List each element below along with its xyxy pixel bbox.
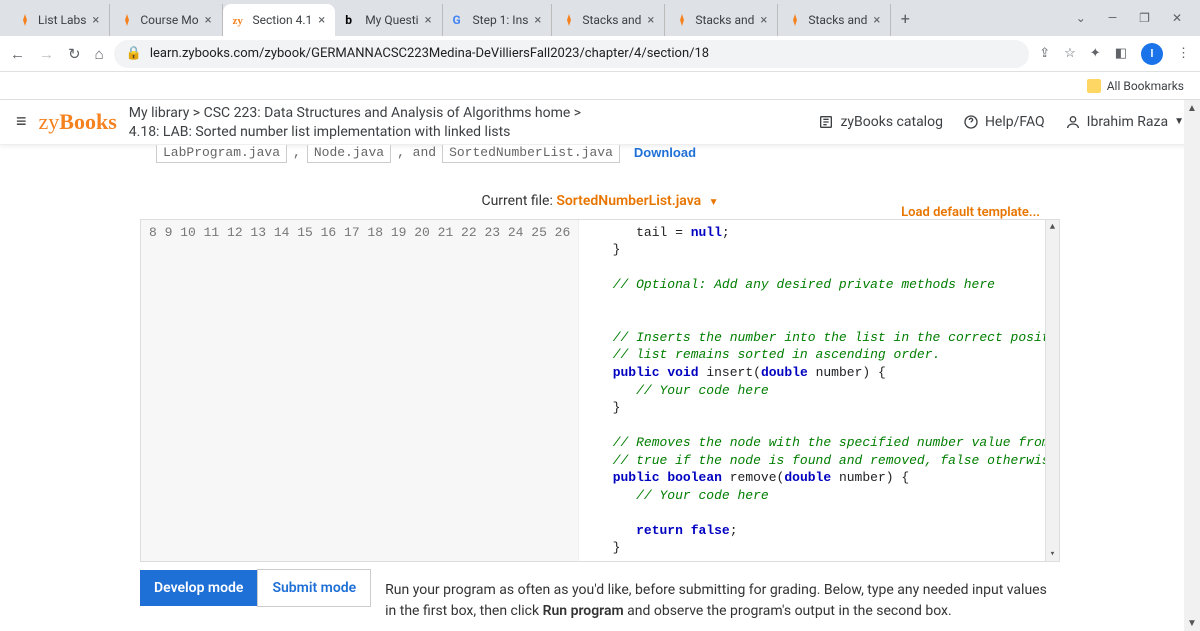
close-icon[interactable]: × [647, 13, 654, 28]
tab-favicon [120, 13, 134, 27]
close-icon[interactable]: × [205, 13, 212, 28]
window-controls: ⌄ — ❐ ✕ [1076, 11, 1200, 25]
browser-tab[interactable]: b My Questi × [335, 4, 442, 36]
section-title: 4.18: LAB: Sorted number list implementa… [129, 124, 581, 140]
help-icon [963, 114, 979, 130]
tab-title: Section 4.1 [253, 13, 313, 27]
close-icon[interactable]: × [873, 13, 880, 28]
browser-tab[interactable]: List Labs × [8, 4, 110, 36]
user-icon [1065, 114, 1081, 130]
address-bar[interactable]: 🔒 learn.zybooks.com/zybook/GERMANNACSC22… [114, 40, 1030, 68]
share-icon[interactable]: ⇪ [1039, 46, 1050, 61]
close-icon[interactable]: × [425, 13, 432, 28]
tab-favicon [788, 13, 802, 27]
chevron-down-icon: ▼ [709, 197, 719, 208]
editor-scrollbar[interactable]: ▲ ▾ [1045, 220, 1059, 561]
help-link[interactable]: Help/FAQ [963, 114, 1045, 130]
browser-tab[interactable]: Stacks and × [552, 4, 665, 36]
browser-tab[interactable]: Stacks and × [778, 4, 891, 36]
minimize-icon[interactable]: — [1108, 11, 1117, 25]
mode-help-text: Run your program as often as you'd like,… [385, 580, 1060, 622]
browser-tab[interactable]: Stacks and × [665, 4, 778, 36]
file-tab-node[interactable]: Node.java [307, 145, 391, 163]
tab-title: Stacks and [808, 13, 867, 27]
file-tab-labprogram[interactable]: LabProgram.java [156, 145, 287, 163]
browser-toolbar: ← → ↻ ⌂ 🔒 learn.zybooks.com/zybook/GERMA… [0, 36, 1200, 72]
chevron-down-icon: ▼ [1174, 116, 1184, 127]
close-icon[interactable]: × [92, 13, 99, 28]
mode-row: Develop modeSubmit mode Run your program… [140, 580, 1060, 622]
develop-mode-button[interactable]: Develop mode [140, 570, 257, 606]
tab-favicon [562, 13, 576, 27]
reload-button[interactable]: ↻ [68, 45, 81, 63]
scroll-up-icon[interactable]: ▲ [1046, 220, 1059, 234]
menu-icon[interactable]: ≡ [16, 111, 27, 132]
browser-tab[interactable]: Course Mo × [110, 4, 222, 36]
breadcrumb[interactable]: My library > CSC 223: Data Structures an… [129, 104, 581, 124]
tab-title: My Questi [365, 13, 418, 27]
close-icon[interactable]: × [760, 13, 767, 28]
code-editor[interactable]: 8 9 10 11 12 13 14 15 16 17 18 19 20 21 … [140, 219, 1060, 562]
dropdown-icon[interactable]: ⌄ [1076, 11, 1086, 25]
tab-favicon: b [345, 13, 359, 27]
load-template-link[interactable]: Load default template... [901, 205, 1040, 220]
forward-button[interactable]: → [39, 45, 54, 63]
url-text: learn.zybooks.com/zybook/GERMANNACSC223M… [150, 46, 709, 61]
sidepanel-icon[interactable]: ◧ [1115, 46, 1127, 61]
profile-avatar[interactable]: I [1141, 43, 1163, 65]
close-icon[interactable]: × [534, 13, 541, 28]
scroll-up-icon[interactable]: ▲ [1184, 100, 1200, 116]
browser-tab[interactable]: G Step 1: Ins × [443, 4, 553, 36]
zybooks-header: ≡ zyBooks My library > CSC 223: Data Str… [0, 100, 1200, 145]
tab-favicon [675, 13, 689, 27]
tab-favicon: zy [233, 13, 247, 27]
browser-tab-strip: List Labs × Course Mo × zy Section 4.1 × b My Qu… [0, 0, 1200, 36]
code-area[interactable]: tail = null; } // Optional: Add any desi… [579, 220, 1059, 561]
tab-title: Course Mo [140, 13, 198, 27]
submit-mode-button[interactable]: Submit mode [257, 569, 371, 607]
tab-title: Step 1: Ins [473, 13, 529, 27]
current-file-label: Current file: [481, 193, 552, 209]
new-tab-button[interactable]: + [891, 9, 919, 28]
file-bar: LabProgram.java , Node.java , and Sorted… [140, 145, 1060, 163]
download-link[interactable]: Download [634, 145, 696, 160]
kebab-menu-icon[interactable]: ⋮ [1177, 46, 1190, 61]
home-button[interactable]: ⌂ [95, 45, 104, 63]
zybooks-logo[interactable]: zyBooks [39, 109, 117, 135]
tab-favicon: G [453, 13, 467, 27]
bookmarks-folder-icon [1087, 79, 1101, 93]
page-scrollbar[interactable]: ▲ ▼ [1184, 100, 1200, 631]
scroll-down-icon[interactable]: ▼ [1184, 615, 1200, 631]
maximize-icon[interactable]: ❐ [1139, 11, 1150, 25]
user-menu[interactable]: Ibrahim Raza ▼ [1065, 114, 1184, 130]
close-icon[interactable]: × [318, 13, 325, 28]
scroll-down-icon[interactable]: ▾ [1046, 547, 1059, 561]
lock-icon: 🔒 [126, 46, 142, 61]
back-button[interactable]: ← [10, 45, 25, 63]
tab-title: Stacks and [695, 13, 754, 27]
browser-tab[interactable]: zy Section 4.1 × [223, 4, 336, 36]
catalog-link[interactable]: zyBooks catalog [818, 114, 942, 130]
bookmarks-bar: All Bookmarks [0, 72, 1200, 100]
file-tab-sortednumberlist[interactable]: SortedNumberList.java [442, 145, 620, 163]
all-bookmarks-link[interactable]: All Bookmarks [1107, 79, 1184, 93]
line-gutter: 8 9 10 11 12 13 14 15 16 17 18 19 20 21 … [141, 220, 579, 561]
page-content: LabProgram.java , Node.java , and Sorted… [0, 145, 1200, 626]
tab-title: Stacks and [582, 13, 641, 27]
extensions-icon[interactable]: ✦ [1090, 46, 1101, 61]
tab-title: List Labs [38, 13, 86, 27]
catalog-icon [818, 114, 834, 130]
star-icon[interactable]: ☆ [1064, 46, 1076, 61]
close-window-icon[interactable]: ✕ [1172, 11, 1182, 25]
current-file-name: SortedNumberList.java [556, 193, 701, 209]
tab-favicon [18, 13, 32, 27]
